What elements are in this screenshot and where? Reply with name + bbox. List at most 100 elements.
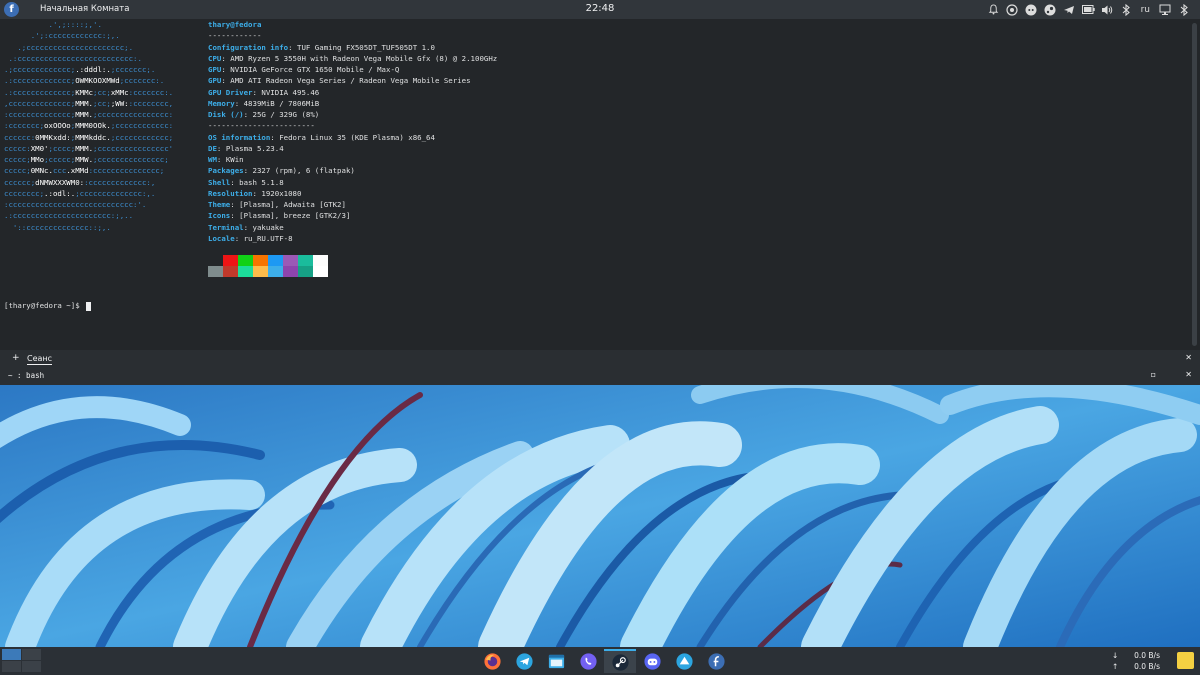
info-row: Terminal: yakuake [208, 222, 284, 232]
desktop-2[interactable] [22, 649, 41, 660]
info-value: TUF Gaming FX505DT_TUF505DT 1.0 [297, 42, 435, 52]
bluetooth-icon[interactable] [1120, 3, 1133, 16]
system-info: thary@fedora ------------ Configuration … [208, 19, 497, 244]
info-key: GPU Driver [208, 87, 253, 97]
user-host: thary@fedora [208, 20, 262, 29]
sticky-note-icon[interactable] [1177, 652, 1194, 669]
info-value: AMD ATI Radeon Vega Series / Radeon Vega… [230, 76, 471, 86]
info-row: OS information: Fedora Linux 35 (KDE Pla… [208, 132, 435, 142]
keyboard-layout-indicator[interactable]: ru [1139, 3, 1152, 16]
info-key: GPU [208, 65, 222, 74]
color-swatch [238, 255, 253, 266]
info-row: WM: KWin [208, 155, 244, 164]
text-cursor [86, 301, 92, 311]
telegram-tray-icon[interactable] [1063, 3, 1076, 16]
kotatogram-icon[interactable] [668, 649, 700, 673]
terminal-title: ~ : bash [8, 371, 45, 380]
info-value: AMD Ryzen 5 3550H with Radeon Vega Mobil… [230, 53, 498, 63]
close-terminal-icon[interactable]: ✕ [1185, 370, 1192, 379]
color-swatch [268, 255, 283, 266]
info-value: [Plasma], breeze [GTK2/3] [239, 211, 351, 221]
terminal-scrollbar[interactable] [1192, 23, 1197, 346]
info-value: Plasma 5.23.4 [225, 143, 284, 153]
telegram-icon[interactable] [508, 649, 540, 673]
upload-arrow-icon: ↑ [1112, 662, 1119, 671]
fedora-icon[interactable]: f [4, 2, 19, 17]
battery-icon[interactable] [1081, 3, 1095, 16]
color-swatch [268, 266, 283, 277]
maximize-icon[interactable]: ▫ [1151, 370, 1156, 379]
shell-prompt[interactable]: [thary@fedora ~]$ [4, 300, 92, 311]
kde-connect-icon[interactable] [1006, 3, 1019, 16]
active-window-title[interactable]: Начальная Комната [40, 4, 129, 14]
info-key: DE [208, 143, 217, 153]
bluetooth-status-icon[interactable] [1177, 3, 1190, 16]
color-swatch [253, 255, 268, 266]
info-row: Shell: bash 5.1.8 [208, 177, 284, 187]
info-row: CPU: AMD Ryzen 5 3550H with Radeon Vega … [208, 53, 498, 63]
info-value: [Plasma], Adwaita [GTK2] [239, 200, 346, 209]
info-key: Memory [208, 98, 235, 108]
color-swatch [238, 266, 253, 277]
info-key: Disk (/) [208, 110, 244, 119]
info-value: bash 5.1.8 [239, 177, 284, 187]
info-value: 4839MiB / 7806MiB [243, 98, 320, 108]
info-value: 25G / 329G (8%) [252, 110, 320, 119]
file-manager-icon[interactable] [540, 649, 572, 673]
info-row: Icons: [Plasma], breeze [GTK2/3] [208, 211, 351, 221]
separator: ------------ [208, 31, 262, 41]
color-swatch [208, 266, 223, 277]
color-swatch [223, 266, 238, 277]
notification-bell-icon[interactable] [987, 3, 1000, 16]
yakuake-tabbar: + Сеанс ✕ ~ : bash ▫ ✕ [0, 350, 1200, 385]
info-row: Configuration info: TUF Gaming FX505DT_T… [208, 42, 435, 52]
new-tab-button[interactable]: + [12, 353, 20, 363]
info-value: 2327 (rpm), 6 (flatpak) [252, 166, 355, 176]
color-swatch [313, 255, 328, 266]
info-value: NVIDIA GeForce GTX 1650 Mobile / Max-Q [230, 65, 400, 74]
desktop-1[interactable] [2, 649, 21, 660]
network-icon[interactable] [1158, 3, 1171, 16]
steam-tray-icon[interactable] [1044, 3, 1057, 16]
info-row: Resolution: 1920x1080 [208, 188, 302, 198]
color-swatch [298, 266, 313, 277]
desktop-3[interactable] [2, 661, 21, 672]
info-key: Packages [208, 166, 244, 176]
color-swatch [298, 255, 313, 266]
info-value: KWin [225, 155, 244, 164]
desktop-4[interactable] [22, 661, 41, 672]
info-row: GPU Driver: NVIDIA 495.46 [208, 87, 320, 97]
info-value: Fedora Linux 35 (KDE Plasma) x86_64 [279, 132, 435, 142]
info-row: Memory: 4839MiB / 7806MiB [208, 98, 320, 108]
viber-icon[interactable] [572, 649, 604, 673]
terminal-view[interactable]: .',;::::;,'. .';:cccccccccccc:;,. .;cccc… [0, 19, 1200, 350]
info-value: 1920x1080 [261, 188, 302, 198]
color-swatch [253, 266, 268, 277]
info-row: GPU: NVIDIA GeForce GTX 1650 Mobile / Ma… [208, 65, 400, 74]
download-arrow-icon: ↓ [1112, 651, 1119, 660]
color-swatch [208, 255, 223, 266]
info-key: Icons [208, 211, 231, 221]
info-value: ru_RU.UTF-8 [243, 233, 293, 243]
info-key: GPU [208, 76, 222, 86]
prompt-text: [thary@fedora ~]$ [4, 301, 85, 310]
volume-icon[interactable] [1101, 3, 1114, 16]
separator: ------------------------ [208, 121, 315, 131]
discord-icon[interactable] [636, 649, 668, 673]
tab-session[interactable]: Сеанс [27, 354, 53, 365]
info-key: CPU [208, 53, 222, 63]
top-panel: f Начальная Комната 22:48 ru [0, 0, 1200, 19]
steam-icon[interactable] [604, 649, 636, 673]
system-tray: ru [987, 2, 1190, 17]
close-tab-icon[interactable]: ✕ [1185, 353, 1192, 362]
bottom-panel: ↓ 0.0 B/s ↑ 0.0 B/s [0, 647, 1200, 675]
info-value: yakuake [252, 222, 284, 232]
network-monitor[interactable]: ↓ 0.0 B/s ↑ 0.0 B/s [1112, 650, 1160, 672]
info-key: Shell [208, 177, 231, 187]
info-key: OS information [208, 132, 271, 142]
fedora-app-icon[interactable] [700, 649, 732, 673]
firefox-icon[interactable] [476, 649, 508, 673]
discord-tray-icon[interactable] [1025, 3, 1038, 16]
color-swatch [223, 255, 238, 266]
info-row: DE: Plasma 5.23.4 [208, 143, 284, 153]
